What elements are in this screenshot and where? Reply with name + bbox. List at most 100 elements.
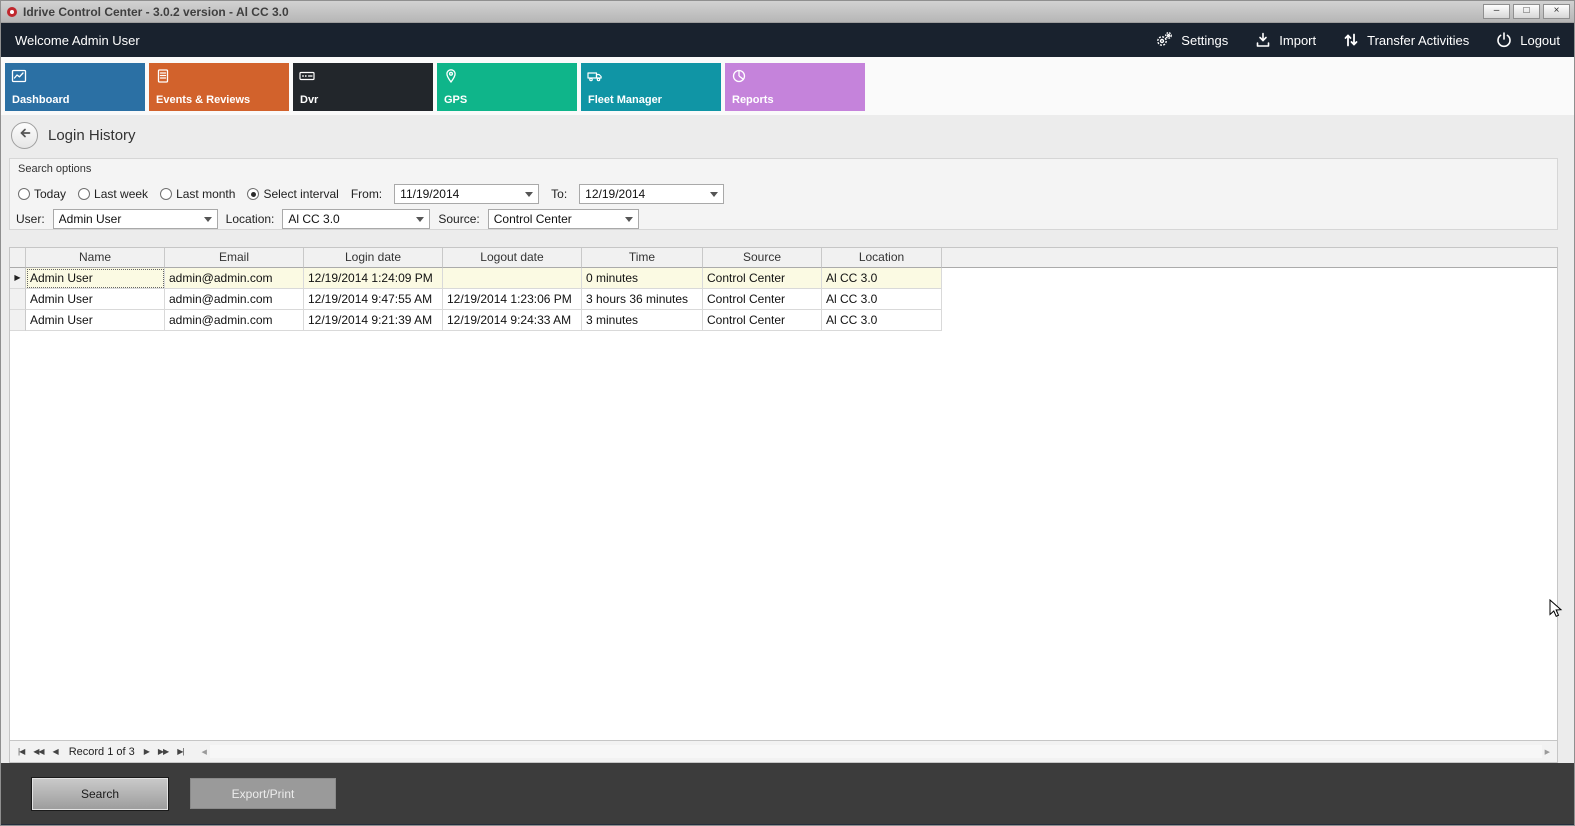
user-select[interactable]: Admin User — [53, 209, 218, 229]
tile-events-reviews[interactable]: Events & Reviews — [149, 63, 289, 111]
cell-source[interactable]: Control Center — [703, 268, 822, 289]
first-record-button[interactable]: |◀ — [18, 747, 24, 756]
cell-time[interactable]: 0 minutes — [582, 268, 703, 289]
cell-time[interactable]: 3 hours 36 minutes — [582, 289, 703, 310]
cell-location[interactable]: Al CC 3.0 — [822, 268, 942, 289]
radio-last-month[interactable]: Last month — [160, 187, 235, 201]
cell-time[interactable]: 3 minutes — [582, 310, 703, 331]
cell-logout-date[interactable]: 12/19/2014 9:24:33 AM — [443, 310, 582, 331]
scroll-left-icon[interactable]: ◀ — [198, 748, 209, 756]
column-header-email[interactable]: Email — [165, 248, 304, 268]
source-select[interactable]: Control Center — [488, 209, 639, 229]
cell-source[interactable]: Control Center — [703, 310, 822, 331]
transfer-activities-button[interactable]: Transfer Activities — [1342, 31, 1469, 49]
tile-reports-label: Reports — [732, 94, 774, 106]
table-row[interactable]: Admin User admin@admin.com 12/19/2014 9:… — [10, 289, 1557, 310]
horizontal-scrollbar[interactable]: ◀ ▶ — [198, 744, 1553, 759]
cell-name[interactable]: Admin User — [26, 289, 165, 310]
row-indicator — [10, 289, 26, 310]
grid-header: Name Email Login date Logout date Time S… — [10, 248, 1557, 268]
table-row[interactable]: Admin User admin@admin.com 12/19/2014 9:… — [10, 310, 1557, 331]
column-header-time[interactable]: Time — [582, 248, 703, 268]
maximize-button[interactable]: □ — [1513, 4, 1540, 19]
radio-today[interactable]: Today — [18, 187, 66, 201]
source-value: Control Center — [494, 212, 619, 226]
scrollbar-track[interactable] — [210, 745, 1542, 758]
next-record-button[interactable]: ▶ — [144, 747, 149, 756]
cell-logout-date[interactable] — [443, 268, 582, 289]
to-date-select[interactable]: 12/19/2014 — [579, 184, 724, 204]
tile-dvr[interactable]: Dvr — [293, 63, 433, 111]
column-header-logout-date[interactable]: Logout date — [443, 248, 582, 268]
table-row[interactable]: ▶ Admin User admin@admin.com 12/19/2014 … — [10, 268, 1557, 289]
cell-name[interactable]: Admin User — [26, 310, 165, 331]
truck-icon — [587, 68, 603, 89]
cell-location[interactable]: Al CC 3.0 — [822, 310, 942, 331]
cell-login-date[interactable]: 12/19/2014 9:21:39 AM — [304, 310, 443, 331]
location-select[interactable]: Al CC 3.0 — [282, 209, 430, 229]
dvr-box-icon — [299, 68, 315, 89]
settings-button[interactable]: Settings — [1154, 31, 1228, 49]
header-filler — [942, 248, 1557, 268]
radio-select-interval-label: Select interval — [263, 187, 338, 201]
radio-select-interval[interactable]: Select interval — [247, 187, 338, 201]
column-header-login-date[interactable]: Login date — [304, 248, 443, 268]
cell-login-date[interactable]: 12/19/2014 9:47:55 AM — [304, 289, 443, 310]
cell-login-date[interactable]: 12/19/2014 1:24:09 PM — [304, 268, 443, 289]
window-controls: – □ × — [1483, 4, 1570, 19]
tile-dvr-label: Dvr — [300, 94, 318, 106]
column-header-source[interactable]: Source — [703, 248, 822, 268]
location-label: Location: — [226, 212, 275, 226]
cell-source[interactable]: Control Center — [703, 289, 822, 310]
export-print-button[interactable]: Export/Print — [190, 778, 336, 809]
next-page-button[interactable]: ▶▶ — [158, 747, 168, 756]
to-date-value: 12/19/2014 — [585, 187, 704, 201]
last-record-button[interactable]: ▶| — [177, 747, 183, 756]
close-button[interactable]: × — [1543, 4, 1570, 19]
map-pin-icon — [443, 68, 459, 89]
nav-tiles: Dashboard Events & Reviews Dvr — [1, 57, 1574, 115]
prev-page-button[interactable]: ◀◀ — [33, 747, 43, 756]
from-date-select[interactable]: 11/19/2014 — [394, 184, 539, 204]
tile-gps[interactable]: GPS — [437, 63, 577, 111]
location-value: Al CC 3.0 — [288, 212, 410, 226]
radio-last-month-dot — [160, 188, 172, 200]
cell-location[interactable]: Al CC 3.0 — [822, 289, 942, 310]
cell-name[interactable]: Admin User — [26, 268, 165, 289]
radio-last-week-label: Last week — [94, 187, 148, 201]
transfer-label: Transfer Activities — [1367, 33, 1469, 48]
titlebar: Idrive Control Center - 3.0.2 version - … — [1, 1, 1574, 23]
scroll-right-icon[interactable]: ▶ — [1542, 748, 1553, 756]
clipboard-icon — [155, 68, 171, 89]
topbar: Welcome Admin User Settings Import — [1, 23, 1574, 57]
line-chart-icon — [11, 68, 27, 89]
import-icon — [1254, 31, 1272, 49]
logout-button[interactable]: Logout — [1495, 31, 1560, 49]
minimize-button[interactable]: – — [1483, 4, 1510, 19]
from-label: From: — [351, 187, 382, 201]
page-title: Login History — [48, 127, 136, 144]
radio-last-week[interactable]: Last week — [78, 187, 148, 201]
column-header-name[interactable]: Name — [26, 248, 165, 268]
import-button[interactable]: Import — [1254, 31, 1316, 49]
tile-fleet-manager[interactable]: Fleet Manager — [581, 63, 721, 111]
source-label: Source: — [438, 212, 479, 226]
chevron-down-icon — [525, 192, 533, 197]
row-selector-icon: ▶ — [10, 268, 26, 289]
record-navigator: |◀ ◀◀ ◀ Record 1 of 3 ▶ ▶▶ ▶| ◀ ▶ — [9, 741, 1558, 763]
cell-email[interactable]: admin@admin.com — [165, 310, 304, 331]
settings-label: Settings — [1181, 33, 1228, 48]
login-history-grid: Name Email Login date Logout date Time S… — [9, 247, 1558, 741]
action-bar: Search Export/Print — [1, 763, 1574, 824]
back-button[interactable] — [11, 122, 38, 149]
import-label: Import — [1279, 33, 1316, 48]
prev-record-button[interactable]: ◀ — [53, 747, 58, 756]
cell-logout-date[interactable]: 12/19/2014 1:23:06 PM — [443, 289, 582, 310]
radio-today-dot — [18, 188, 30, 200]
cell-email[interactable]: admin@admin.com — [165, 289, 304, 310]
column-header-location[interactable]: Location — [822, 248, 942, 268]
tile-dashboard[interactable]: Dashboard — [5, 63, 145, 111]
search-button[interactable]: Search — [32, 778, 168, 810]
tile-reports[interactable]: Reports — [725, 63, 865, 111]
cell-email[interactable]: admin@admin.com — [165, 268, 304, 289]
